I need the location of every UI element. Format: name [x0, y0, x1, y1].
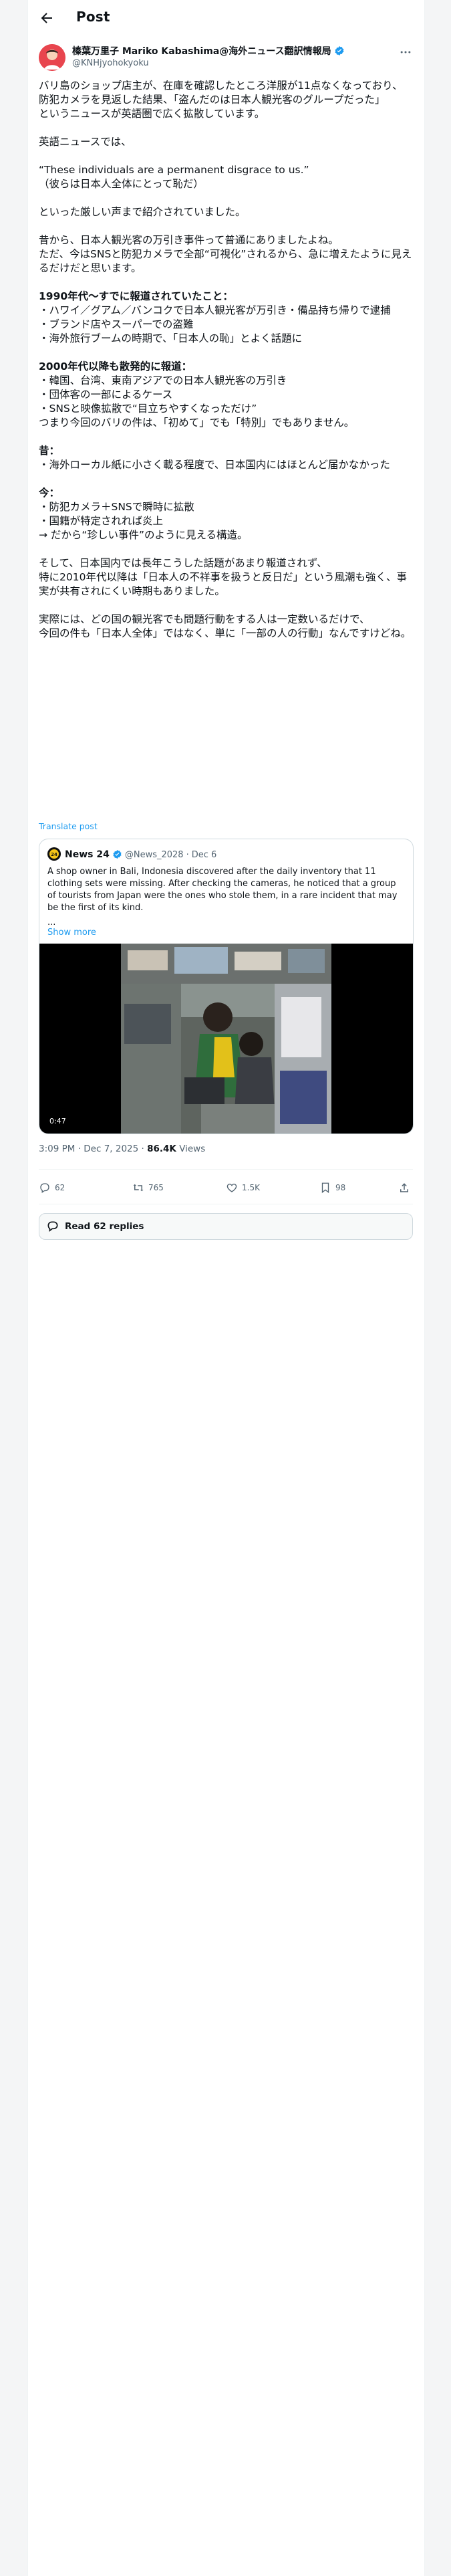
author-name-text[interactable]: 榛葉万里子 Mariko Kabashima@海外ニュース翻訳情報局 — [72, 46, 331, 57]
list-item: ・ハワイ／グアム／バンコクで日本人観光客が万引き・備品持ち帰りで逮捕 — [39, 304, 391, 316]
verified-badge-icon — [112, 849, 122, 862]
like-button[interactable]: 1.5K — [226, 1180, 260, 1196]
quoted-post-ellipsis: ... — [47, 918, 56, 928]
section-heading-past: 昔： — [39, 445, 60, 457]
avatar[interactable] — [39, 44, 65, 71]
separator-dot: · — [75, 1144, 84, 1154]
more-options-icon[interactable] — [398, 45, 413, 60]
like-count: 1.5K — [242, 1183, 260, 1192]
post-paragraph: 英語ニュースでは、 — [39, 136, 132, 148]
list-item: ・国籍が特定されれば炎上 — [39, 515, 164, 527]
reply-count: 62 — [55, 1183, 65, 1192]
quoted-post-header: 24 News 24 @News_2028 · Dec 6 — [47, 847, 216, 861]
post-paragraph: そして、日本国内では長年こうした話題があまり報道されず、 特に2010年代以降は… — [39, 557, 407, 597]
video-thumbnail[interactable] — [121, 944, 331, 1134]
verified-badge-icon — [334, 45, 345, 59]
post-column: Post 榛葉万里子 Mariko Kabashima@海外ニュース翻訳情報局 … — [27, 0, 425, 2576]
quoted-author-handle[interactable]: @News_2028 — [125, 850, 184, 860]
share-button[interactable] — [398, 1180, 414, 1196]
post-time[interactable]: 3:09 PM — [39, 1144, 75, 1154]
list-item: ・韓国、台湾、東南アジアでの日本人観光客の万引き — [39, 374, 287, 387]
section-heading-1990: 1990年代〜すでに報道されていたこと： — [39, 290, 233, 302]
bookmark-button[interactable]: 98 — [319, 1180, 345, 1196]
quoted-post[interactable]: 24 News 24 @News_2028 · Dec 6 A shop owner … — [39, 839, 414, 1134]
post-paragraph: 昔から、日本人観光客の万引き事件って普通にありましたよね。 ただ、今はSNSと防… — [39, 234, 412, 274]
author-handle[interactable]: @KNHjyohokyoku — [72, 58, 149, 68]
list-item: ・団体客の一部によるケース — [39, 389, 173, 401]
bookmark-count: 98 — [335, 1183, 346, 1192]
repost-count: 765 — [148, 1183, 164, 1192]
separator-dot: · — [186, 850, 189, 860]
list-item: ・防犯カメラ＋SNSで瞬時に拡散 — [39, 501, 194, 513]
quoted-author-name[interactable]: News 24 — [65, 849, 110, 860]
post-paragraph: “These individuals are a permanent disgr… — [39, 164, 309, 190]
show-more-link[interactable]: Show more — [47, 928, 96, 938]
divider — [39, 1169, 413, 1170]
video-duration: 0:47 — [46, 1115, 69, 1127]
author-name[interactable]: 榛葉万里子 Mariko Kabashima@海外ニュース翻訳情報局 — [72, 44, 345, 59]
svg-text:24: 24 — [51, 852, 57, 857]
post-paragraph: といった厳しい声まで紹介されていました。 — [39, 206, 246, 218]
heart-icon — [227, 1184, 237, 1192]
list-item: ・海外ローカル紙に小さく載る程度で、日本国内にはほとんど届かなかった — [39, 459, 390, 471]
replies-bubble-icon — [47, 1221, 58, 1232]
separator-dot: · — [138, 1144, 148, 1154]
repost-icon — [133, 1184, 144, 1192]
top-bar: Post — [28, 0, 424, 36]
reply-icon — [40, 1183, 49, 1194]
post-author: 榛葉万里子 Mariko Kabashima@海外ニュース翻訳情報局 @KNHj… — [39, 43, 413, 72]
quoted-avatar[interactable]: 24 — [47, 847, 61, 861]
back-arrow-icon[interactable] — [39, 10, 55, 26]
read-replies-label[interactable]: Read 62 replies — [65, 1221, 144, 1232]
bookmark-icon — [321, 1182, 329, 1194]
page-title: Post — [76, 9, 110, 25]
list-item: ・ブランド店やスーパーでの盗難 — [39, 318, 194, 330]
list-item: つまり今回のバリの件は、「初めて」でも「特別」でもありません。 — [39, 417, 355, 429]
quoted-post-date: Dec 6 — [191, 850, 217, 860]
action-bar: 62 765 1.5K 98 — [39, 1180, 413, 1196]
read-replies-button[interactable]: Read 62 replies — [39, 1213, 413, 1240]
repost-button[interactable]: 765 — [132, 1180, 164, 1196]
list-item: → だから“珍しい事件”のように見える構造。 — [39, 529, 248, 541]
list-item: ・海外旅行ブームの時期で、「日本人の恥」とよく話題に — [39, 332, 303, 344]
views-label: Views — [179, 1144, 206, 1154]
post-paragraph: バリ島のショップ店主が、在庫を確認したところ洋服が11点なくなっており、 防犯カ… — [39, 80, 403, 120]
post-body: バリ島のショップ店主が、在庫を確認したところ洋服が11点なくなっており、 防犯カ… — [39, 79, 413, 641]
post-paragraph: 実際には、どの国の観光客でも問題行動をする人は一定数いるだけで、 今回の件も「日… — [39, 613, 412, 639]
section-heading-2000: 2000年代以降も散発的に報道： — [39, 360, 192, 372]
reply-button[interactable]: 62 — [39, 1180, 65, 1196]
translate-post-link[interactable]: Translate post — [39, 821, 98, 831]
list-item: ・SNSと映像拡散で“目立ちやすくなっただけ” — [39, 403, 257, 415]
quoted-post-text: A shop owner in Bali, Indonesia discover… — [47, 867, 398, 913]
video-player[interactable]: 0:47 — [39, 944, 413, 1134]
share-icon — [400, 1183, 408, 1192]
post-date[interactable]: Dec 7, 2025 — [84, 1144, 138, 1154]
section-heading-now: 今： — [39, 487, 60, 499]
post-metadata: 3:09 PM · Dec 7, 2025 · 86.4K Views — [39, 1144, 205, 1154]
views-count: 86.4K — [147, 1144, 176, 1154]
